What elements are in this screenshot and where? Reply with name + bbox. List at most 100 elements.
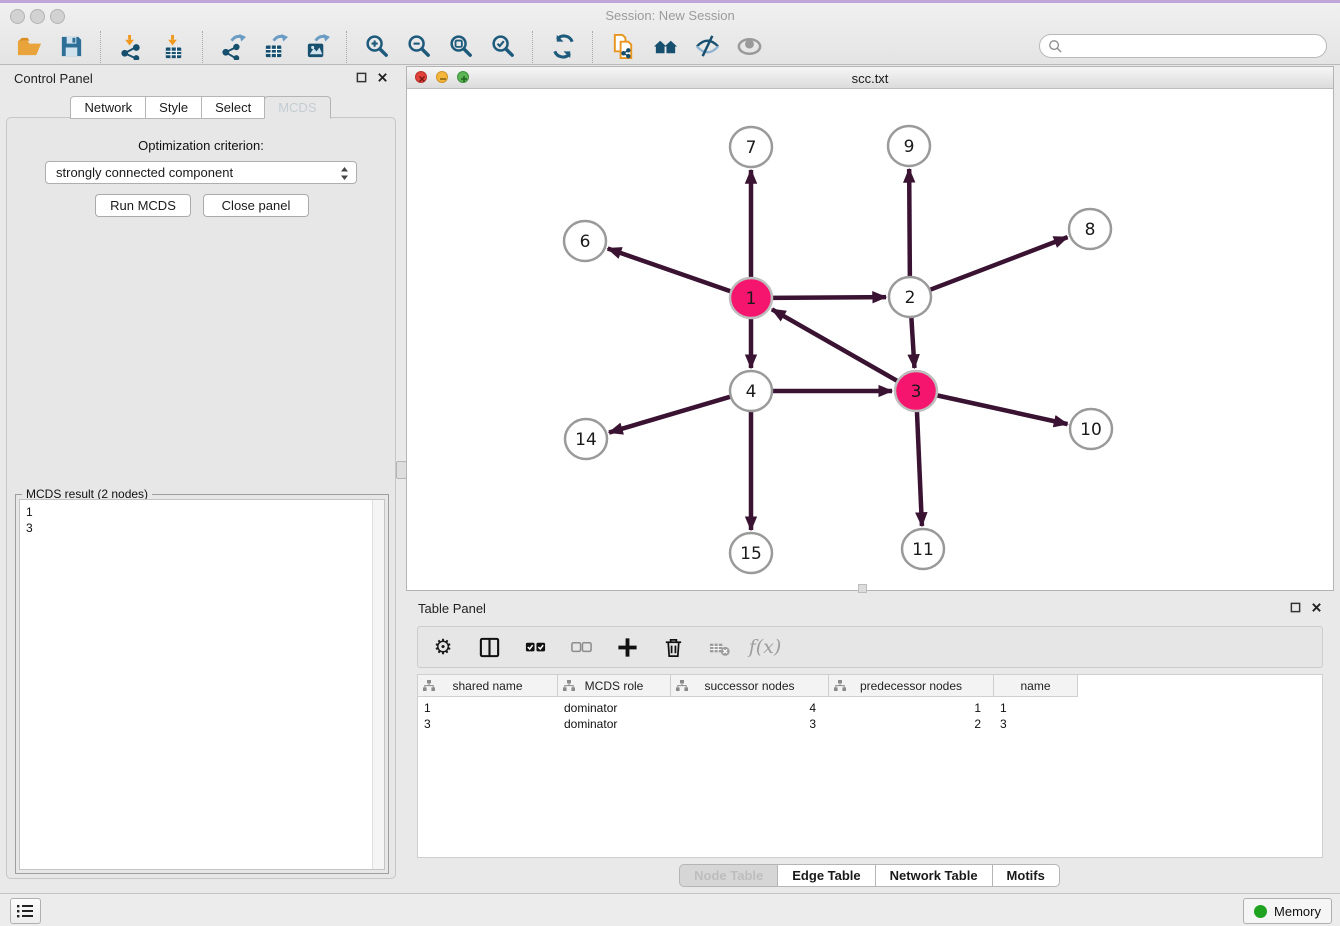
cell-mcds-role: dominator (558, 700, 671, 716)
search-input[interactable] (1063, 38, 1326, 55)
export-table-icon[interactable] (259, 32, 291, 62)
table-settings-icon[interactable]: ⚙ (430, 634, 456, 660)
table-header-row: shared name MCDS role successor nodes pr… (418, 675, 1078, 697)
float-panel-icon[interactable] (356, 72, 367, 83)
dropdown-arrows-icon (340, 166, 349, 181)
tab-edge-table[interactable]: Edge Table (777, 864, 875, 887)
graph-edge-3-10[interactable] (937, 395, 1068, 424)
graph-node-label-1: 1 (746, 289, 757, 309)
tab-node-table[interactable]: Node Table (679, 864, 778, 887)
graph-edge-2-8[interactable] (930, 237, 1068, 290)
open-session-icon[interactable] (13, 32, 45, 62)
graph-edge-3-11[interactable] (917, 411, 922, 526)
graph-edge-2-9[interactable] (909, 169, 910, 277)
graph-node-label-15: 15 (740, 544, 762, 564)
network-view-window: scc.txt 7968124314101511 (406, 66, 1334, 591)
graph-node-label-6: 6 (580, 232, 591, 252)
search-icon (1048, 39, 1063, 54)
cell-successor-nodes: 4 (671, 700, 829, 716)
graph-edge-4-14[interactable] (609, 397, 731, 433)
toolbar-separator (592, 31, 594, 63)
deselect-all-rows-icon[interactable] (568, 634, 594, 660)
delete-column-icon[interactable] (660, 634, 686, 660)
close-panel-button[interactable]: Close panel (203, 194, 309, 217)
save-session-icon[interactable] (55, 32, 87, 62)
graph-node-label-14: 14 (575, 430, 597, 450)
graph-node-label-11: 11 (912, 540, 934, 560)
zoom-out-icon[interactable] (403, 32, 435, 62)
export-image-icon[interactable] (301, 32, 333, 62)
table-row[interactable]: 3 dominator 3 2 3 (418, 716, 1078, 732)
import-table-icon[interactable] (157, 32, 189, 62)
clone-network-icon[interactable] (607, 32, 639, 62)
column-header-predecessor-nodes[interactable]: predecessor nodes (829, 675, 994, 696)
import-network-icon[interactable] (115, 32, 147, 62)
first-neighbors-icon[interactable] (649, 32, 681, 62)
graph-node-label-9: 9 (904, 137, 915, 157)
create-column-icon[interactable] (614, 634, 640, 660)
tab-style[interactable]: Style (145, 96, 202, 119)
function-builder-icon[interactable]: f(x) (752, 634, 778, 660)
column-header-shared-name[interactable]: shared name (418, 675, 558, 696)
table-panel-tabs: Node Table Edge Table Network Table Moti… (406, 864, 1334, 887)
status-bar: Memory (0, 893, 1340, 926)
zoom-selected-icon[interactable] (487, 32, 519, 62)
show-all-icon[interactable] (733, 32, 765, 62)
delete-table-icon[interactable] (706, 634, 732, 660)
control-panel-tabs: Network Style Select MCDS (0, 96, 402, 119)
network-resize-handle[interactable] (858, 584, 867, 593)
table-panel-header: Table Panel (406, 596, 1334, 620)
run-mcds-button[interactable]: Run MCDS (95, 194, 191, 217)
cell-successor-nodes: 3 (671, 716, 829, 732)
tab-select[interactable]: Select (201, 96, 265, 119)
graph-node-label-3: 3 (911, 382, 922, 402)
window-title: Session: New Session (0, 8, 1340, 23)
cell-mcds-role: dominator (558, 716, 671, 732)
graph-edge-3-1[interactable] (772, 309, 898, 381)
table-row[interactable]: 1 dominator 4 1 1 (418, 700, 1078, 716)
export-network-icon[interactable] (217, 32, 249, 62)
close-panel-icon[interactable] (1311, 602, 1322, 613)
select-all-rows-icon[interactable] (522, 634, 548, 660)
task-history-button[interactable] (10, 898, 41, 924)
result-scrollbar[interactable] (372, 500, 384, 869)
network-graph[interactable]: 7968124314101511 (407, 89, 1333, 590)
graph-node-label-4: 4 (746, 382, 757, 402)
graph-edge-1-6[interactable] (608, 248, 731, 291)
control-panel-title: Control Panel (14, 71, 93, 86)
show-columns-icon[interactable] (476, 634, 502, 660)
tab-mcds[interactable]: MCDS (264, 96, 330, 119)
graph-node-label-7: 7 (746, 138, 757, 158)
cell-predecessor-nodes: 1 (829, 700, 994, 716)
criterion-value: strongly connected component (56, 165, 233, 180)
node-table[interactable]: shared name MCDS role successor nodes pr… (417, 674, 1323, 858)
table-panel-title: Table Panel (418, 601, 486, 616)
cell-name: 3 (994, 716, 1078, 732)
graph-node-label-8: 8 (1085, 220, 1096, 240)
column-header-name[interactable]: name (994, 675, 1078, 696)
application-window: Session: New Session (0, 0, 1340, 926)
graph-node-label-2: 2 (905, 288, 916, 308)
graph-edge-1-2[interactable] (772, 297, 886, 298)
hide-selected-icon[interactable] (691, 32, 723, 62)
memory-label: Memory (1274, 904, 1321, 919)
graph-edge-2-3[interactable] (911, 317, 914, 368)
cell-predecessor-nodes: 2 (829, 716, 994, 732)
tab-motifs[interactable]: Motifs (992, 864, 1060, 887)
zoom-in-icon[interactable] (361, 32, 393, 62)
float-panel-icon[interactable] (1290, 602, 1301, 613)
zoom-fit-icon[interactable] (445, 32, 477, 62)
close-panel-icon[interactable] (377, 72, 388, 83)
toolbar-separator (346, 31, 348, 63)
search-field[interactable] (1039, 34, 1327, 58)
mcds-result-textarea[interactable]: 1 3 (19, 499, 385, 870)
column-header-successor-nodes[interactable]: successor nodes (671, 675, 829, 696)
tab-network[interactable]: Network (70, 96, 146, 119)
column-header-mcds-role[interactable]: MCDS role (558, 675, 671, 696)
window-header: Session: New Session (0, 3, 1340, 65)
network-window-titlebar[interactable]: scc.txt (407, 67, 1333, 89)
criterion-dropdown[interactable]: strongly connected component (45, 161, 357, 184)
memory-button[interactable]: Memory (1243, 898, 1332, 924)
apply-layout-icon[interactable] (547, 32, 579, 62)
tab-network-table[interactable]: Network Table (875, 864, 993, 887)
